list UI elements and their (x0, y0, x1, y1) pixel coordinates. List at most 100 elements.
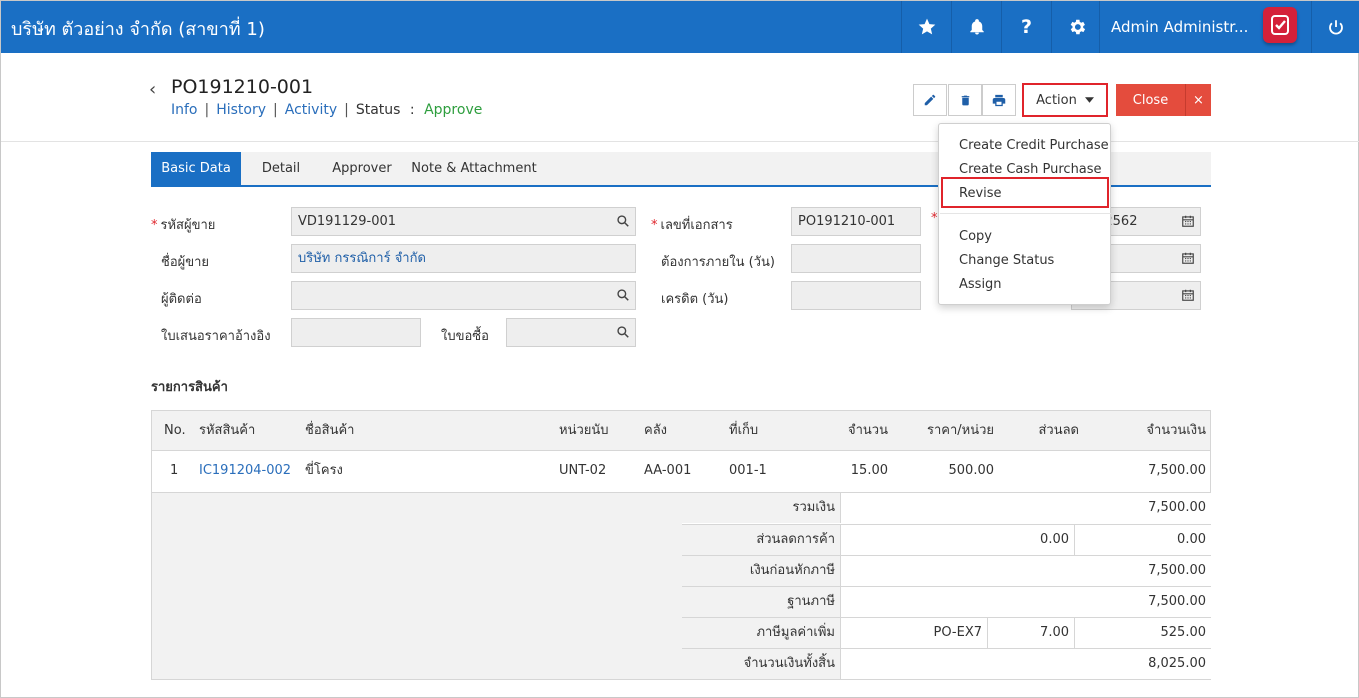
status-value: Approve (424, 102, 483, 118)
vat-rate: 7.00 (987, 618, 1074, 648)
calendar-icon[interactable] (1181, 251, 1195, 265)
menu-change-status[interactable]: Change Status (959, 253, 1054, 268)
items-table: No. รหัสสินค้า ชื่อสินค้า หน่วยนับ คลัง … (151, 410, 1211, 494)
gear-icon (1070, 19, 1085, 35)
trade-discount-pct: 0.00 (1040, 532, 1069, 547)
task-badge[interactable] (1263, 7, 1297, 43)
purchase-request-label: ใบขอซื้อ (441, 329, 489, 344)
row-no: 1 (170, 463, 179, 478)
doc-no-field[interactable]: PO191210-001 (791, 207, 921, 236)
col-code: รหัสสินค้า (199, 423, 256, 438)
star-icon (918, 18, 935, 35)
nav-separator: | (344, 102, 349, 118)
row-qty: 15.00 (850, 463, 888, 478)
required-marker: * (151, 218, 158, 233)
vendor-name-label: ชื่อผู้ขาย (161, 255, 210, 270)
tax-base-value: 7,500.00 (1148, 594, 1206, 609)
settings-button[interactable] (1051, 1, 1101, 53)
tab-detail[interactable]: Detail (251, 152, 311, 186)
col-unit: หน่วยนับ (559, 423, 609, 438)
col-warehouse: คลัง (644, 423, 668, 438)
back-chevron-icon[interactable]: ‹ (149, 79, 156, 100)
tab-approver[interactable]: Approver (326, 152, 398, 186)
purchase-request-field[interactable] (506, 318, 636, 347)
subtotal-row: รวมเงิน 7,500.00 (682, 493, 1211, 524)
table-header: No. รหัสสินค้า ชื่อสินค้า หน่วยนับ คลัง … (152, 411, 1210, 451)
required-within-field[interactable] (791, 244, 921, 273)
subtotal-value: 7,500.00 (1148, 500, 1206, 515)
nav-separator: | (204, 102, 210, 118)
printer-icon (992, 94, 1006, 106)
tax-base-row: ฐานภาษี 7,500.00 (682, 586, 1211, 617)
help-button[interactable]: ? (1001, 1, 1051, 53)
delete-button[interactable] (948, 84, 982, 116)
vendor-code-label: * รหัสผู้ขาย (151, 218, 216, 233)
subtotal-label: รวมเงิน (682, 493, 841, 523)
items-section-title: รายการสินค้า (151, 380, 228, 395)
col-discount: ส่วนลด (1038, 423, 1079, 438)
activity-link[interactable]: Activity (285, 102, 337, 118)
print-button[interactable] (982, 84, 1016, 116)
close-button[interactable]: Close (1116, 84, 1185, 116)
vat-label: ภาษีมูลค่าเพิ่ม (682, 618, 841, 648)
row-name: ขี่โครง (305, 463, 343, 478)
credit-days-field[interactable] (791, 281, 921, 310)
row-amount: 7,500.00 (1148, 463, 1206, 478)
power-icon (1329, 20, 1343, 35)
row-unit: UNT-02 (559, 463, 607, 478)
favorite-button[interactable] (901, 1, 951, 53)
action-menu: Create Credit Purchase Create Cash Purch… (938, 123, 1111, 305)
tax-base-label: ฐานภาษี (682, 587, 841, 617)
col-qty: จำนวน (848, 423, 888, 438)
doc-no-label: * เลขที่เอกสาร (651, 218, 733, 233)
search-icon[interactable] (616, 288, 630, 302)
trade-discount-label: ส่วนลดการค้า (682, 525, 841, 555)
company-title: บริษัท ตัวอย่าง จำกัด (สาขาที่ 1) (11, 19, 265, 40)
edit-button[interactable] (913, 84, 947, 116)
required-marker: * (651, 218, 658, 233)
info-link[interactable]: Info (171, 102, 198, 118)
grand-total-row: จำนวนเงินทั้งสิ้น 8,025.00 (682, 648, 1211, 679)
contact-field[interactable] (291, 281, 636, 310)
menu-create-credit-purchase[interactable]: Create Credit Purchase (959, 138, 1109, 153)
menu-assign[interactable]: Assign (959, 277, 1002, 292)
tab-note-attachment[interactable]: Note & Attachment (409, 152, 539, 186)
menu-copy[interactable]: Copy (959, 229, 992, 244)
grand-total-value: 8,025.00 (1148, 656, 1206, 671)
row-code-link[interactable]: IC191204-002 (199, 451, 291, 491)
col-location: ที่เก็บ (729, 423, 759, 438)
before-tax-row: เงินก่อนหักภาษี 7,500.00 (682, 555, 1211, 586)
quotation-ref-field[interactable] (291, 318, 421, 347)
checkmark-icon (1271, 15, 1289, 35)
search-icon[interactable] (616, 325, 630, 339)
pencil-icon (924, 94, 936, 106)
col-price: ราคา/หน่วย (926, 423, 994, 438)
quotation-ref-label: ใบเสนอราคาอ้างอิง (161, 329, 271, 344)
bell-icon (969, 19, 984, 35)
trade-discount-row: ส่วนลดการค้า 0.00 0.00 (682, 524, 1211, 555)
menu-divider (940, 213, 1111, 214)
contact-label: ผู้ติดต่อ (161, 292, 202, 307)
tab-basic-data[interactable]: Basic Data (151, 152, 241, 186)
grand-total-label: จำนวนเงินทั้งสิ้น (682, 649, 841, 679)
menu-create-cash-purchase[interactable]: Create Cash Purchase (959, 162, 1102, 177)
user-menu[interactable]: Admin Administr... (1099, 1, 1259, 53)
calendar-icon[interactable] (1181, 214, 1195, 228)
notification-button[interactable] (951, 1, 1001, 53)
table-row[interactable]: 1 IC191204-002 ขี่โครง UNT-02 AA-001 001… (152, 451, 1210, 493)
search-icon[interactable] (616, 214, 630, 228)
required-marker: * (931, 211, 938, 226)
action-label: Action (1036, 92, 1077, 108)
vendor-code-field[interactable]: VD191129-001 (291, 207, 636, 236)
logout-button[interactable] (1311, 1, 1359, 53)
vat-code: PO-EX7 (933, 625, 982, 640)
row-warehouse: AA-001 (644, 463, 692, 478)
action-dropdown-button[interactable]: Action (1022, 83, 1108, 117)
vendor-name-field[interactable]: บริษัท กรรณิการ์ จำกัด (291, 244, 636, 273)
close-x-button[interactable]: × (1185, 84, 1211, 116)
top-bar: บริษัท ตัวอย่าง จำกัด (สาขาที่ 1) ? Admi… (1, 1, 1359, 53)
calendar-icon[interactable] (1181, 288, 1195, 302)
credit-days-label: เครดิต (วัน) (661, 292, 729, 307)
row-location: 001-1 (729, 463, 767, 478)
history-link[interactable]: History (216, 102, 266, 118)
